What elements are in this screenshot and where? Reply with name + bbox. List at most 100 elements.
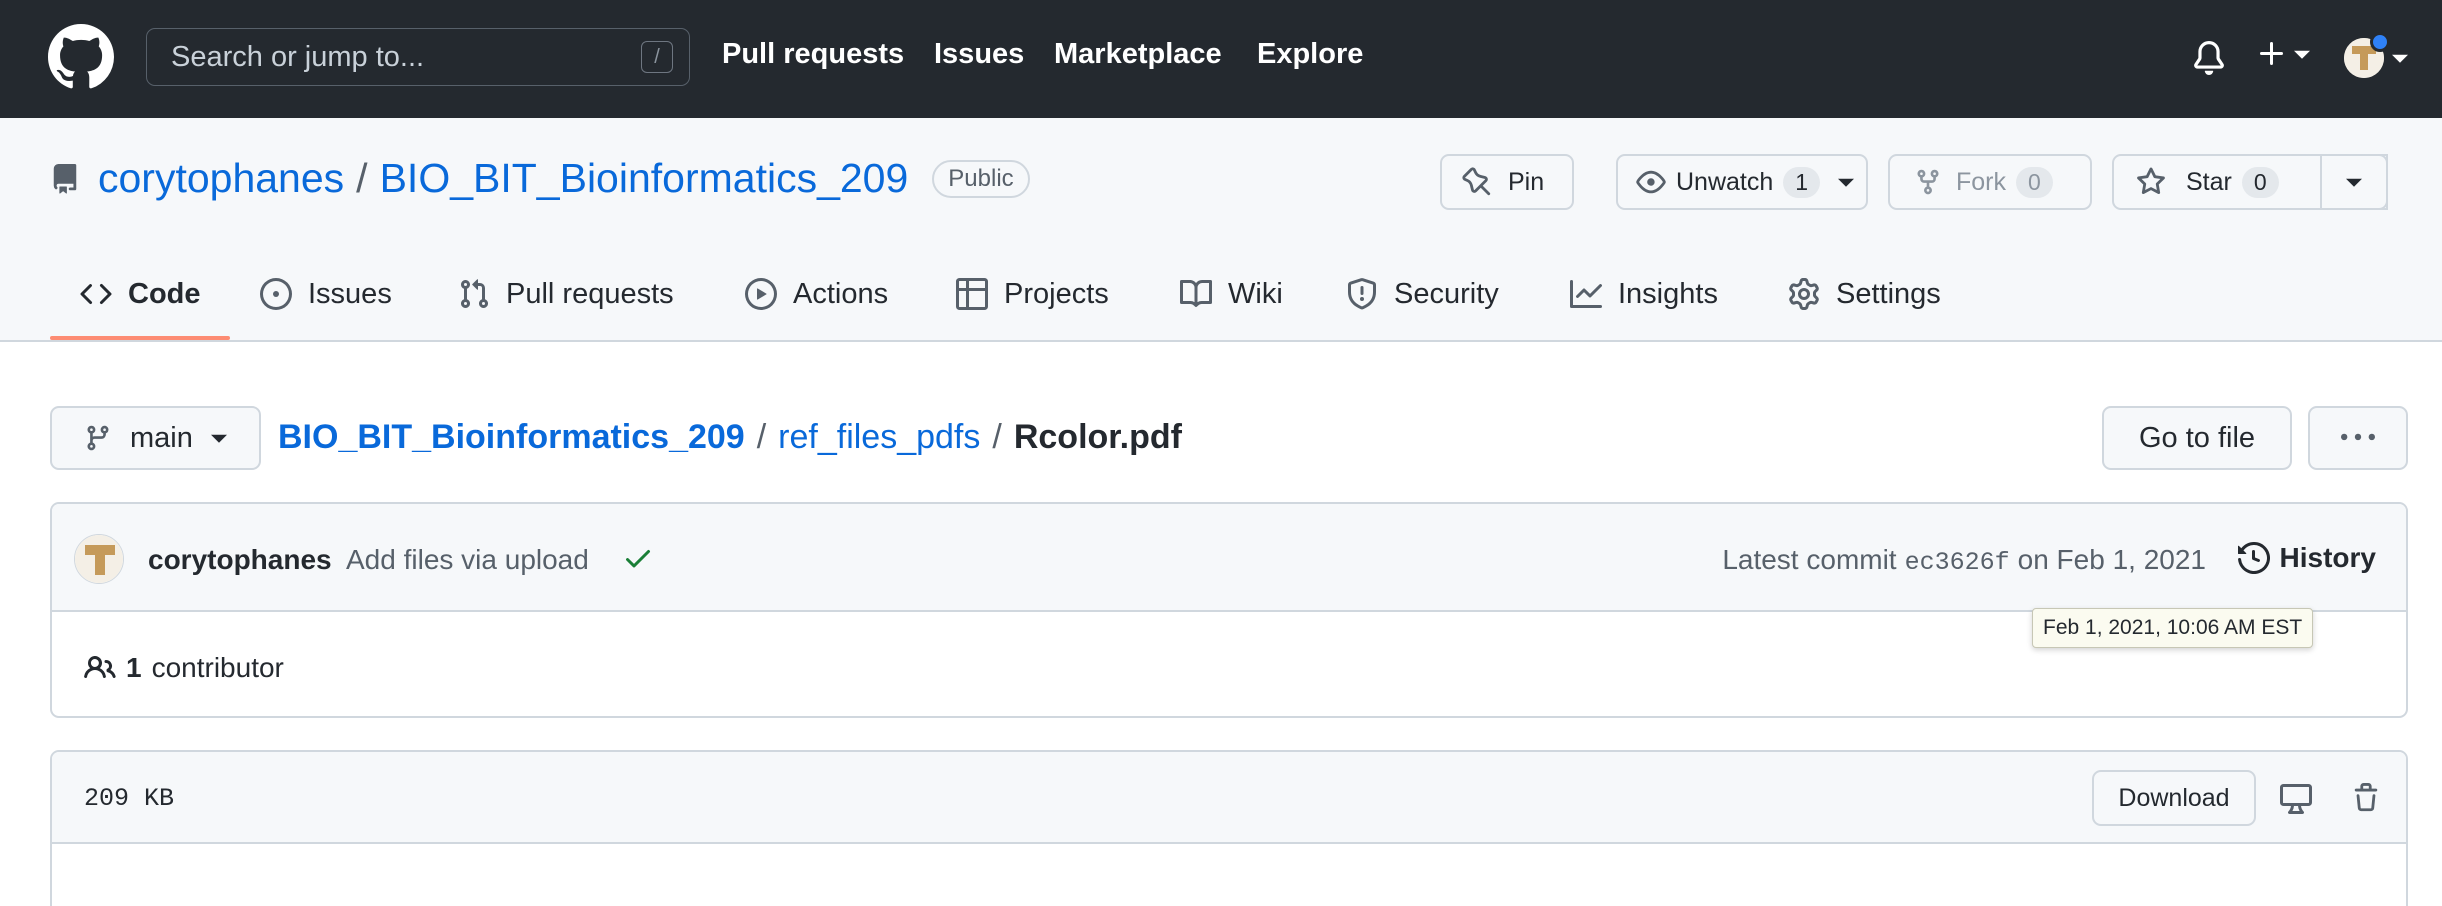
tab-security[interactable]: Security <box>1346 272 1499 316</box>
visibility-badge: Public <box>932 159 1030 198</box>
kebab-horizontal-icon <box>2341 433 2375 441</box>
contributor-count: 1 <box>126 652 142 683</box>
breadcrumb-current-file: Rcolor.pdf <box>1013 418 1182 456</box>
history-icon <box>2237 542 2270 574</box>
identicon-icon <box>75 535 123 583</box>
go-to-file-button[interactable]: Go to file <box>2102 406 2292 470</box>
tab-label: Actions <box>793 277 889 310</box>
tab-label: Settings <box>1836 277 1941 310</box>
nav-explore[interactable]: Explore <box>1257 38 1363 71</box>
trash-icon <box>2354 783 2378 812</box>
search-shortcut-key: / <box>641 41 673 73</box>
commit-date-tooltip: Feb 1, 2021, 10:06 AM EST <box>2032 608 2314 648</box>
plus-icon <box>2260 42 2283 65</box>
nav-pull-requests[interactable]: Pull requests <box>722 38 904 71</box>
star-count: 0 <box>2241 166 2279 198</box>
tab-issues[interactable]: Issues <box>260 272 392 316</box>
unwatch-label: Unwatch <box>1676 167 1774 196</box>
star-label: Star <box>2186 167 2232 196</box>
tab-wiki[interactable]: Wiki <box>1180 272 1283 316</box>
unwatch-button[interactable]: Unwatch 1 <box>1616 154 1868 210</box>
pin-label: Pin <box>1508 167 1545 196</box>
caret-down-icon <box>2346 178 2362 187</box>
repo-icon <box>53 164 77 194</box>
create-new-dropdown[interactable] <box>2256 38 2310 70</box>
commit-sha-link[interactable]: ec3626f <box>1905 548 2010 577</box>
repo-title: corytophanes / BIO_BIT_Bioinformatics_20… <box>98 155 1030 202</box>
pin-icon <box>1462 167 1491 196</box>
nav-issues[interactable]: Issues <box>934 38 1024 71</box>
caret-down-icon <box>1838 178 1855 187</box>
gear-icon <box>1789 278 1819 310</box>
code-icon <box>80 283 112 305</box>
latest-commit-info: Latest commit ec3626f on Feb 1, 2021 <box>1722 544 2206 577</box>
branch-selector[interactable]: main <box>50 406 261 470</box>
tab-pull-requests[interactable]: Pull requests <box>458 272 674 316</box>
repo-name-link[interactable]: BIO_BIT_Bioinformatics_209 <box>380 155 909 202</box>
history-link[interactable]: History <box>2237 542 2376 574</box>
tab-insights[interactable]: Insights <box>1570 272 1718 316</box>
active-tab-indicator <box>50 336 230 340</box>
book-icon <box>1180 279 1212 307</box>
search-placeholder: Search or jump to... <box>171 40 425 73</box>
history-label: History <box>2279 542 2376 573</box>
repo-title-separator: / <box>356 155 368 201</box>
shield-icon <box>1348 278 1376 310</box>
table-icon <box>956 278 988 310</box>
star-list-dropdown[interactable] <box>2320 154 2388 210</box>
file-viewer: 209 KB Download <box>50 750 2408 906</box>
caret-down-icon[interactable] <box>2392 50 2408 66</box>
tab-label: Pull requests <box>506 277 674 310</box>
tab-label: Projects <box>1004 277 1109 310</box>
bell-icon[interactable] <box>2192 40 2226 76</box>
github-logo-icon[interactable] <box>48 24 114 90</box>
commit-author-avatar[interactable] <box>74 534 124 584</box>
more-options-button[interactable] <box>2308 406 2408 470</box>
latest-commit-prefix: Latest commit <box>1722 544 1897 575</box>
eye-icon <box>1636 170 1666 194</box>
graph-icon <box>1570 280 1602 308</box>
fork-label: Fork <box>1956 167 2006 196</box>
download-button[interactable]: Download <box>2092 770 2256 826</box>
tab-label: Issues <box>308 277 392 310</box>
caret-down-icon <box>210 434 227 443</box>
branch-name: main <box>130 421 193 454</box>
tab-code[interactable]: Code <box>80 272 201 316</box>
breadcrumb-separator: / <box>992 418 1002 456</box>
tab-label: Code <box>128 277 201 310</box>
pin-button[interactable]: Pin <box>1440 154 1574 210</box>
file-header: 209 KB Download <box>52 752 2406 844</box>
commit-author-link[interactable]: corytophanes <box>148 544 332 576</box>
breadcrumb-repo-link[interactable]: BIO_BIT_Bioinformatics_209 <box>278 418 745 457</box>
watch-count: 1 <box>1783 166 1821 198</box>
tab-projects[interactable]: Projects <box>956 272 1109 316</box>
tab-actions[interactable]: Actions <box>745 272 888 316</box>
fork-count: 0 <box>2016 166 2053 198</box>
contributors-info[interactable]: 1 contributor <box>84 652 284 684</box>
repo-owner-link[interactable]: corytophanes <box>98 155 344 202</box>
breadcrumb-folder-link[interactable]: ref_files_pdfs <box>778 418 980 457</box>
delete-file-button[interactable] <box>2346 778 2386 818</box>
tab-label: Security <box>1394 277 1499 310</box>
top-header: Search or jump to... / Pull requests Iss… <box>0 0 2442 118</box>
check-icon[interactable] <box>622 542 654 574</box>
fork-button[interactable]: Fork 0 <box>1888 154 2092 210</box>
open-desktop-button[interactable] <box>2276 778 2316 818</box>
tab-label: Wiki <box>1228 277 1283 310</box>
device-desktop-icon <box>2280 784 2312 814</box>
tab-label: Insights <box>1618 277 1718 310</box>
breadcrumb: BIO_BIT_Bioinformatics_209 / ref_files_p… <box>278 418 1182 457</box>
commit-message-link[interactable]: Add files via upload <box>346 544 589 576</box>
file-size: 209 KB <box>84 784 175 813</box>
tab-settings[interactable]: Settings <box>1788 272 1941 316</box>
star-icon <box>2137 167 2165 195</box>
git-pull-request-icon <box>460 279 489 309</box>
commit-header: corytophanes Add files via upload Latest… <box>52 504 2406 612</box>
notification-indicator <box>2370 32 2390 52</box>
nav-marketplace[interactable]: Marketplace <box>1054 38 1222 71</box>
contributor-label: contributor <box>151 652 284 683</box>
search-input[interactable]: Search or jump to... / <box>146 28 690 86</box>
commit-date: on Feb 1, 2021 <box>2017 544 2206 575</box>
caret-down-icon <box>2294 50 2310 59</box>
breadcrumb-separator: / <box>756 418 767 456</box>
